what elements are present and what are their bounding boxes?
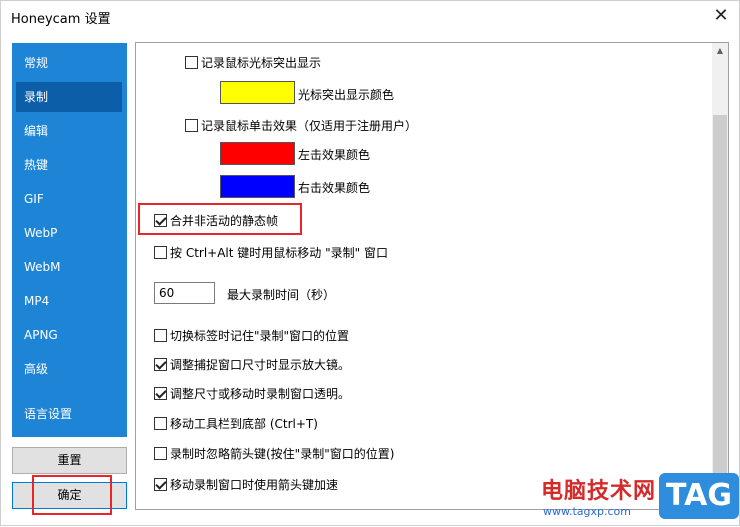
- sidebar-item-mp4[interactable]: MP4: [12, 286, 127, 316]
- watermark: 电脑技术网 www.tagxp.com TAG: [541, 469, 740, 527]
- sidebar-item-record[interactable]: 录制: [16, 82, 122, 112]
- settings-window: Honeycam 设置 ✕ 常规 录制 编辑 热键 GIF WebP WebM …: [0, 0, 740, 526]
- ok-highlight-box: [32, 475, 112, 515]
- cursor-highlight-checkbox[interactable]: [185, 56, 198, 69]
- click-effect-label: 记录鼠标单击效果（仅适用于注册用户）: [201, 119, 418, 133]
- sidebar-item-edit[interactable]: 编辑: [12, 116, 127, 146]
- close-icon[interactable]: ✕: [709, 4, 733, 28]
- sidebar-item-language[interactable]: 语言设置: [12, 399, 127, 429]
- cursor-highlight-option[interactable]: 记录鼠标光标突出显示: [185, 55, 321, 71]
- sidebar: 常规 录制 编辑 热键 GIF WebP WebM MP4 APNG 高级 语言…: [12, 43, 127, 437]
- ctrl-alt-move-label: 按 Ctrl+Alt 键时用鼠标移动 "录制" 窗口: [170, 246, 388, 260]
- sidebar-item-hotkeys[interactable]: 热键: [12, 150, 127, 180]
- toolbar-bottom-option[interactable]: 移动工具栏到底部 (Ctrl+T): [154, 416, 318, 432]
- scroll-thumb[interactable]: [713, 115, 727, 493]
- transparent-label: 调整尺寸或移动时录制窗口透明。: [170, 387, 351, 401]
- accel-arrows-checkbox[interactable]: [154, 478, 167, 491]
- remember-position-label: 切换标签时记住"录制"窗口的位置: [170, 329, 350, 343]
- merge-frames-highlight-box: [138, 203, 302, 235]
- ctrl-alt-move-checkbox[interactable]: [154, 246, 167, 259]
- toolbar-bottom-label: 移动工具栏到底部 (Ctrl+T): [170, 417, 318, 431]
- ctrl-alt-move-option[interactable]: 按 Ctrl+Alt 键时用鼠标移动 "录制" 窗口: [154, 245, 388, 261]
- cursor-highlight-label: 记录鼠标光标突出显示: [201, 56, 322, 70]
- left-click-color-swatch[interactable]: [220, 142, 295, 165]
- sidebar-item-webp[interactable]: WebP: [12, 218, 127, 248]
- settings-panel: [135, 42, 729, 510]
- max-time-label: 最大录制时间（秒）: [227, 288, 336, 302]
- accel-arrows-option[interactable]: 移动录制窗口时使用箭头键加速: [154, 477, 338, 493]
- toolbar-bottom-checkbox[interactable]: [154, 417, 167, 430]
- transparent-checkbox[interactable]: [154, 387, 167, 400]
- accel-arrows-label: 移动录制窗口时使用箭头键加速: [170, 478, 339, 492]
- left-click-color-label: 左击效果颜色: [298, 148, 371, 162]
- right-click-color-swatch[interactable]: [220, 175, 295, 198]
- transparent-option[interactable]: 调整尺寸或移动时录制窗口透明。: [154, 386, 350, 402]
- reset-button[interactable]: 重置: [12, 447, 127, 474]
- window-title: Honeycam 设置: [11, 12, 111, 27]
- ignore-arrows-label: 录制时忽略箭头键(按住"录制"窗口的位置): [170, 447, 395, 461]
- remember-position-checkbox[interactable]: [154, 329, 167, 342]
- scroll-up-icon[interactable]: ▲: [712, 43, 728, 59]
- scrollbar[interactable]: ▲ ▼: [712, 43, 728, 509]
- watermark-url: www.tagxp.com: [543, 505, 631, 518]
- remember-position-option[interactable]: 切换标签时记住"录制"窗口的位置: [154, 328, 349, 344]
- magnifier-option[interactable]: 调整捕捉窗口尺寸时显示放大镜。: [154, 357, 350, 373]
- cursor-color-swatch[interactable]: [220, 81, 295, 104]
- watermark-text: 电脑技术网: [541, 479, 657, 504]
- title-bar: Honeycam 设置 ✕: [1, 1, 739, 31]
- magnifier-label: 调整捕捉窗口尺寸时显示放大镜。: [170, 358, 351, 372]
- sidebar-item-webm[interactable]: WebM: [12, 252, 127, 282]
- ignore-arrows-option[interactable]: 录制时忽略箭头键(按住"录制"窗口的位置): [154, 446, 394, 462]
- watermark-tag-logo: TAG: [659, 473, 739, 519]
- click-effect-option[interactable]: 记录鼠标单击效果（仅适用于注册用户）: [185, 118, 417, 134]
- sidebar-item-advanced[interactable]: 高级: [12, 354, 127, 384]
- right-click-color-label: 右击效果颜色: [298, 181, 371, 195]
- cursor-color-label: 光标突出显示颜色: [298, 88, 395, 102]
- click-effect-checkbox[interactable]: [185, 119, 198, 132]
- ignore-arrows-checkbox[interactable]: [154, 447, 167, 460]
- sidebar-item-gif[interactable]: GIF: [12, 184, 127, 214]
- sidebar-item-apng[interactable]: APNG: [12, 320, 127, 350]
- magnifier-checkbox[interactable]: [154, 358, 167, 371]
- max-time-input[interactable]: 60: [154, 282, 215, 304]
- sidebar-item-general[interactable]: 常规: [12, 48, 127, 78]
